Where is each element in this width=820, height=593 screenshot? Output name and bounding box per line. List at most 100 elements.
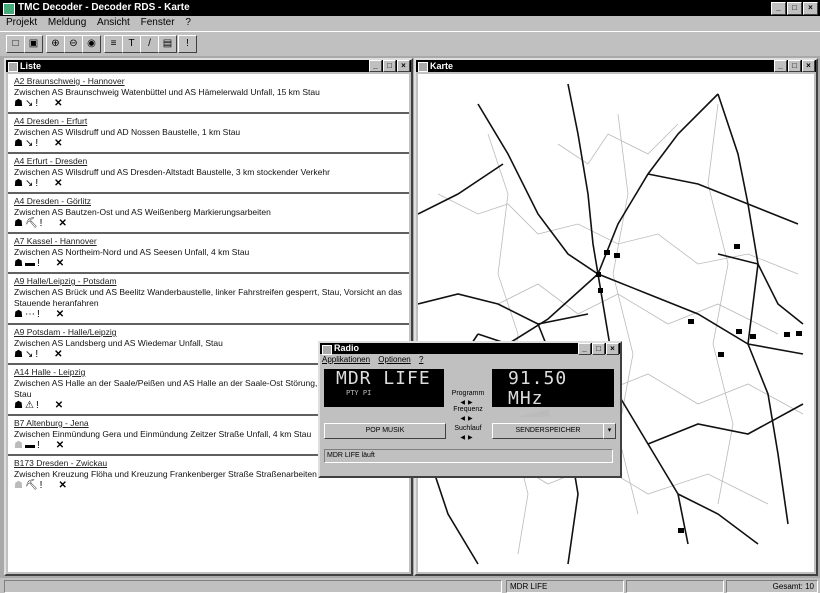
list-item[interactable]: A4 Dresden - Görlitz Zwischen AS Bautzen… — [8, 194, 409, 234]
event-icons: ☗↘! ✕ — [14, 98, 405, 110]
radio-menubar: Applikationen Optionen ? — [320, 354, 620, 365]
delete-icon[interactable]: ✕ — [54, 349, 64, 360]
list-window-controls: _ □ × — [369, 60, 410, 72]
radio-minimize-button[interactable]: _ — [578, 343, 591, 355]
message-list[interactable]: A2 Braunschweig - Hannover Zwischen AS B… — [8, 74, 409, 572]
house-icon: ☗ — [14, 218, 25, 229]
message-text: Zwischen AS Brück und AS Beelitz Wanderb… — [14, 287, 403, 308]
radio-close-button[interactable]: × — [606, 343, 619, 355]
menu-help[interactable]: ? — [185, 17, 191, 28]
menu-ansicht[interactable]: Ansicht — [97, 17, 130, 28]
text-icon[interactable]: T — [122, 35, 141, 53]
pty-button[interactable]: POP MUSIK — [324, 423, 446, 439]
warning-icon: ! — [35, 178, 41, 189]
road-name: A9 Halle/Leipzig - Potsdam — [14, 276, 117, 286]
memory-dropdown-icon[interactable]: ▾ — [603, 423, 616, 439]
radio-maximize-button[interactable]: □ — [592, 343, 605, 355]
radio-title: Radio — [334, 343, 360, 353]
zoom-out-icon[interactable]: ⊖ — [64, 35, 83, 53]
frequency-display: 91.50 MHz ▁▂▃▄▅▆▇ — [492, 368, 614, 417]
radio-menu-optionen[interactable]: Optionen — [378, 355, 410, 364]
status-count: Gesamt: 10 — [726, 580, 818, 593]
app-icon[interactable] — [3, 3, 15, 15]
list-item[interactable]: A9 Halle/Leipzig - Potsdam Zwischen AS B… — [8, 274, 409, 325]
road-map[interactable] — [418, 74, 814, 572]
delete-icon[interactable]: ✕ — [55, 400, 65, 411]
info-icon[interactable]: ! — [178, 35, 197, 53]
list-item[interactable]: A2 Braunschweig - Hannover Zwischen AS B… — [8, 74, 409, 114]
map-window: Karte _ □ × — [414, 58, 818, 576]
zoom-in-icon[interactable]: ⊕ — [46, 35, 65, 53]
globe-icon[interactable]: ◉ — [82, 35, 101, 53]
pi-code: PTY PI — [346, 389, 372, 397]
station-display: MDR LIFE PTY PI — [324, 369, 444, 407]
radio-titlebar: Radio _ □ × — [320, 343, 620, 355]
worker-icon: ⛏ — [24, 218, 40, 229]
house-icon: ☗ — [14, 480, 25, 491]
close-button[interactable]: × — [803, 2, 818, 15]
list-item[interactable]: A4 Dresden - Erfurt Zwischen AS Wilsdruf… — [8, 114, 409, 154]
road-name: A4 Dresden - Görlitz — [14, 196, 91, 206]
window-controls: _ □ × — [771, 2, 818, 15]
menu-meldung[interactable]: Meldung — [48, 17, 86, 28]
new-icon[interactable]: □ — [6, 35, 25, 53]
house-icon: ☗ — [14, 98, 25, 109]
program-label: Programm — [451, 390, 485, 397]
map-maximize-button[interactable]: □ — [788, 60, 801, 72]
radio-window-controls: _ □ × — [578, 343, 619, 355]
delete-icon[interactable]: ✕ — [54, 138, 64, 149]
list-maximize-button[interactable]: □ — [383, 60, 396, 72]
warning-icon: ! — [35, 400, 41, 411]
warning-icon: ! — [36, 309, 42, 320]
list-item[interactable]: A7 Kassel - Hannover Zwischen AS Northei… — [8, 234, 409, 274]
delete-icon[interactable]: ✕ — [58, 218, 68, 229]
list-minimize-button[interactable]: _ — [369, 60, 382, 72]
program-arrows[interactable]: ◀▶ — [448, 399, 488, 406]
car-icon: ↘ — [24, 138, 36, 149]
close-icon[interactable]: ▣ — [24, 35, 43, 53]
minor-roads — [427, 103, 804, 555]
list-window-titlebar: Liste _ □ × — [6, 60, 411, 72]
radio-menu-applikationen[interactable]: Applikationen — [322, 355, 370, 364]
warning-icon: ! — [39, 218, 45, 229]
house-icon: ☗ — [14, 309, 25, 320]
house-icon: ☗ — [14, 349, 25, 360]
memory-button[interactable]: SENDERSPEICHER — [492, 423, 604, 439]
delete-icon[interactable]: ✕ — [56, 258, 66, 269]
map-window-title: Karte — [430, 61, 454, 71]
menu-projekt[interactable]: Projekt — [6, 17, 37, 28]
frequency-arrows[interactable]: ◀▶ — [448, 415, 488, 422]
message-text: Zwischen AS Bautzen-Ost und AS Weißenber… — [14, 207, 271, 217]
menu-fenster[interactable]: Fenster — [141, 17, 175, 28]
car-icon: ↘ — [24, 349, 36, 360]
map-window-icon — [418, 62, 428, 72]
filter-icon[interactable]: / — [140, 35, 159, 53]
warning-icon: ! — [35, 98, 41, 109]
delete-icon[interactable]: ✕ — [56, 440, 66, 451]
map-close-button[interactable]: × — [802, 60, 815, 72]
list-close-button[interactable]: × — [397, 60, 410, 72]
map-minimize-button[interactable]: _ — [774, 60, 787, 72]
delete-icon[interactable]: ✕ — [54, 98, 64, 109]
status-empty-2 — [626, 580, 724, 593]
event-icons: ☗↘! ✕ — [14, 138, 405, 150]
lane-closed-icon: ⋯ — [24, 309, 37, 320]
tmc-icon[interactable]: ▤ — [158, 35, 177, 53]
list-icon[interactable]: ≡ — [104, 35, 123, 53]
house-icon: ☗ — [14, 400, 25, 411]
car-icon: ↘ — [24, 178, 36, 189]
statusbar: MDR LIFE Gesamt: 10 — [0, 579, 820, 593]
delete-icon[interactable]: ✕ — [58, 480, 68, 491]
search-arrows[interactable]: ◀▶ — [448, 434, 488, 441]
frequency-value: 91.50 MHz — [508, 368, 568, 409]
list-item[interactable]: A4 Erfurt - Dresden Zwischen AS Wilsdruf… — [8, 154, 409, 194]
delete-icon[interactable]: ✕ — [56, 309, 66, 320]
event-icons: ☗↘! ✕ — [14, 178, 405, 190]
minimize-button[interactable]: _ — [771, 2, 786, 15]
delete-icon[interactable]: ✕ — [54, 178, 64, 189]
status-empty — [4, 580, 502, 593]
radio-menu-help[interactable]: ? — [419, 355, 423, 364]
message-text: Zwischen AS Northeim-Nord und AS Seesen … — [14, 247, 250, 257]
maximize-button[interactable]: □ — [787, 2, 802, 15]
radio-window: Radio _ □ × Applikationen Optionen ? MDR… — [318, 341, 622, 478]
